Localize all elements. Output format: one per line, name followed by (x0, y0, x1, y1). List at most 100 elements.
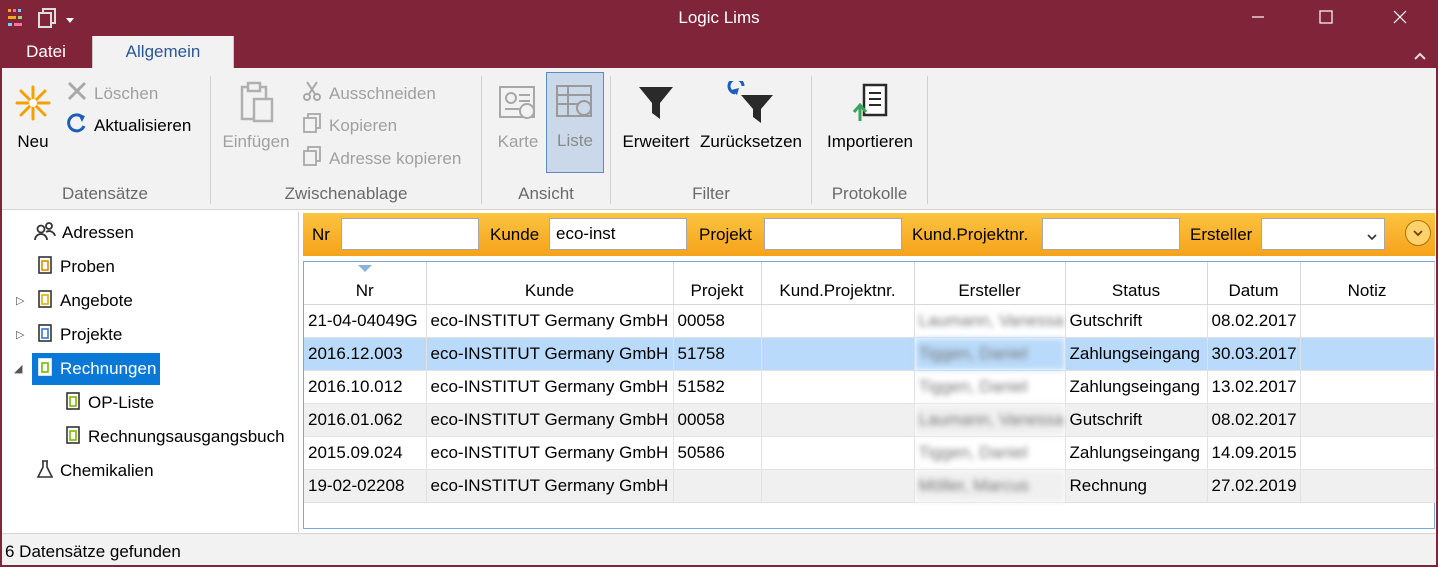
cell-notiz (1300, 370, 1435, 404)
maximize-button[interactable] (1292, 0, 1360, 34)
cell-kundprojekt (761, 337, 915, 371)
cell-ersteller: Tiggen, Daniel (914, 370, 1066, 404)
aktualisieren-label: Aktualisieren (94, 115, 192, 135)
cell-notiz (1300, 436, 1435, 470)
cell-projekt: 51758 (673, 337, 762, 371)
paste-clipboard-icon (219, 74, 293, 132)
card-view-icon (492, 74, 544, 132)
expand-arrow-icon[interactable]: ▷ (16, 294, 24, 307)
ribbon-separator (927, 76, 928, 204)
cell-projekt: 00058 (673, 304, 762, 338)
group-datensaetze: Neu Löschen Aktualisieren Datensätze (0, 68, 210, 210)
zuruecksetzen-button[interactable]: Zurücksetzen (697, 74, 805, 152)
close-button[interactable] (1366, 0, 1434, 34)
reset-filter-icon (697, 74, 805, 132)
erweitert-button[interactable]: Erweitert (619, 74, 693, 152)
filter-kunde-input[interactable] (549, 218, 687, 250)
einfuegen-button[interactable]: Einfügen (219, 74, 293, 152)
table-row[interactable]: 21-04-04049G eco-INSTITUT Germany GmbH 0… (304, 304, 1435, 338)
funnel-icon (619, 74, 693, 132)
filter-kundprojekt-input[interactable] (1042, 218, 1180, 250)
collapse-ribbon-icon[interactable] (1414, 46, 1426, 66)
title-bar: Logic Lims (0, 0, 1438, 36)
cell-datum: 13.02.2017 (1207, 370, 1301, 404)
column-header-projekt[interactable]: Projekt (673, 262, 762, 305)
status-bar: 6 Datensätze gefunden (0, 533, 1438, 567)
loeschen-label: Löschen (94, 83, 159, 103)
cell-nr: 2016.10.012 (304, 370, 427, 404)
nav-item-projekte[interactable]: Projekte (36, 319, 122, 351)
nav-item-rechnungen[interactable]: Rechnungen (32, 353, 161, 385)
cell-kunde: eco-INSTITUT Germany GmbH (426, 304, 674, 338)
ausschneiden-button[interactable]: Ausschneiden (301, 80, 436, 107)
minimize-button[interactable] (1224, 0, 1292, 34)
nav-label: OP-Liste (88, 393, 155, 412)
nav-item-angebote[interactable]: Angebote (36, 285, 133, 317)
data-grid: Nr Kunde Projekt Kund.Projektnr. Erstell… (303, 261, 1435, 529)
liste-label: Liste (557, 131, 593, 150)
cell-notiz (1300, 469, 1435, 503)
column-header-ersteller[interactable]: Ersteller (914, 262, 1066, 305)
cell-datum: 08.02.2017 (1207, 403, 1301, 437)
expand-filter-button[interactable] (1405, 220, 1431, 246)
table-row[interactable]: 2016.10.012 eco-INSTITUT Germany GmbH 51… (304, 370, 1435, 404)
filter-nr-input[interactable] (341, 218, 479, 250)
table-row[interactable]: 2016.01.062 eco-INSTITUT Germany GmbH 00… (304, 403, 1435, 437)
neu-button[interactable]: Neu (8, 74, 58, 152)
kopieren-button[interactable]: Kopieren (301, 112, 397, 139)
loeschen-button[interactable]: Löschen (66, 80, 158, 107)
nav-item-op-liste[interactable]: OP-Liste (64, 387, 154, 419)
nav-item-chemikalien[interactable]: Chemikalien (36, 455, 154, 487)
cell-ersteller: Tiggen, Daniel (914, 337, 1066, 371)
collapse-arrow-icon[interactable]: ◢ (14, 362, 22, 375)
nav-item-rechnungsausgangsbuch[interactable]: Rechnungsausgangsbuch (64, 421, 285, 453)
column-header-notiz[interactable]: Notiz (1300, 262, 1435, 305)
expand-arrow-icon[interactable]: ▷ (16, 328, 24, 341)
nav-label: Rechnungsausgangsbuch (88, 427, 285, 446)
adresse-kopieren-button[interactable]: Adresse kopieren (301, 145, 461, 172)
group-label-filter: Filter (692, 184, 730, 203)
document-icon (64, 425, 82, 450)
copy-icon (301, 112, 323, 139)
cell-status: Gutschrift (1065, 304, 1208, 338)
tab-datei[interactable]: Datei (0, 36, 92, 68)
cell-kunde: eco-INSTITUT Germany GmbH (426, 370, 674, 404)
column-header-status[interactable]: Status (1065, 262, 1208, 305)
column-header-nr[interactable]: Nr (304, 262, 427, 305)
nav-item-adressen[interactable]: Adressen (34, 217, 134, 249)
group-ansicht: Karte Liste Ansicht (482, 68, 610, 210)
flask-icon (36, 459, 54, 484)
kopieren-label: Kopieren (329, 115, 398, 135)
cell-projekt: 50586 (673, 436, 762, 470)
cell-ersteller: Laumann, Vanessa (914, 304, 1066, 338)
cell-kundprojekt (761, 403, 915, 437)
table-row-selected[interactable]: 2016.12.003 eco-INSTITUT Germany GmbH 51… (304, 337, 1435, 371)
table-row[interactable]: 2015.09.024 eco-INSTITUT Germany GmbH 50… (304, 436, 1435, 470)
column-header-datum[interactable]: Datum (1207, 262, 1301, 305)
cell-projekt: 51582 (673, 370, 762, 404)
column-header-kundprojekt[interactable]: Kund.Projektnr. (761, 262, 915, 305)
cell-kunde: eco-INSTITUT Germany GmbH (426, 337, 674, 371)
nav-label: Adressen (62, 223, 134, 242)
new-star-icon (8, 74, 58, 132)
karte-button[interactable]: Karte (492, 74, 544, 152)
sort-arrow-icon (357, 265, 372, 272)
tab-allgemein[interactable]: Allgemein (92, 36, 234, 68)
filter-projekt-input[interactable] (764, 218, 902, 250)
document-icon (36, 255, 54, 280)
nav-item-proben[interactable]: Proben (36, 251, 115, 283)
cell-nr: 21-04-04049G (304, 304, 427, 338)
aktualisieren-button[interactable]: Aktualisieren (66, 112, 191, 139)
ribbon-tab-bar: Datei Allgemein (0, 36, 1438, 68)
table-row[interactable]: 19-02-02208 eco-INSTITUT Germany GmbH Mö… (304, 469, 1435, 503)
liste-button[interactable]: Liste (546, 72, 604, 173)
cell-projekt: 00058 (673, 403, 762, 437)
cell-kundprojekt (761, 436, 915, 470)
cell-datum: 27.02.2019 (1207, 469, 1301, 503)
document-icon (36, 289, 54, 314)
document-icon (64, 391, 82, 416)
importieren-button[interactable]: Importieren (820, 74, 920, 152)
filter-bar: Nr Kunde Projekt Kund.Projektnr. Erstell… (303, 213, 1435, 256)
column-header-kunde[interactable]: Kunde (426, 262, 674, 305)
filter-ersteller-select[interactable] (1261, 218, 1385, 250)
